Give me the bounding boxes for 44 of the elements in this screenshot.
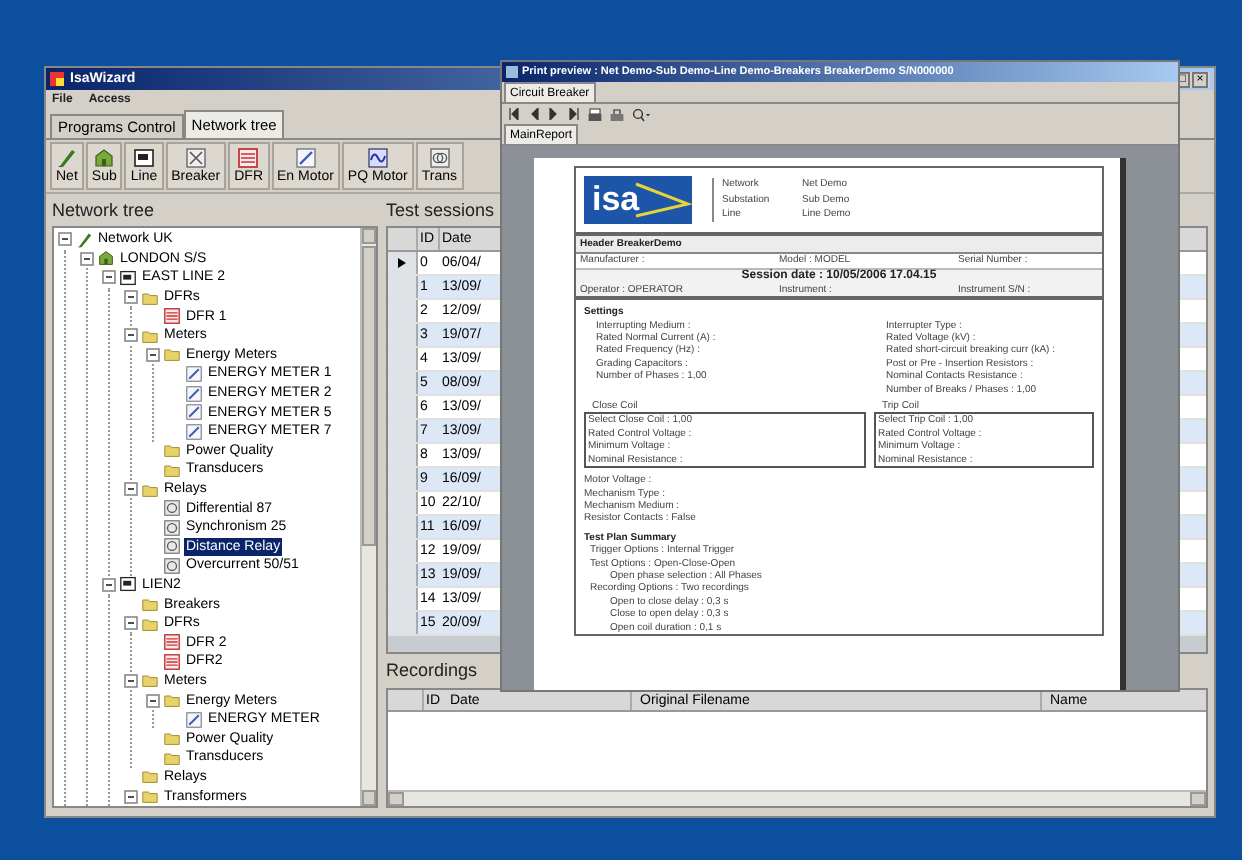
panel-title: Network tree — [52, 198, 155, 224]
previous-icon[interactable] — [508, 108, 520, 120]
meter-icon — [186, 711, 202, 728]
collapse-toggle[interactable] — [124, 482, 138, 497]
next-icon[interactable] — [548, 108, 560, 120]
meter-icon — [295, 147, 316, 167]
dfr-icon — [238, 147, 259, 167]
collapse-toggle[interactable] — [102, 270, 116, 285]
printer-icon[interactable] — [610, 107, 624, 121]
row-header[interactable] — [388, 252, 418, 274]
logo: isa — [584, 176, 692, 224]
panel-title: Recordings — [386, 658, 478, 684]
scrollbar[interactable] — [360, 228, 376, 806]
app-icon — [50, 72, 64, 86]
panel-title: Test sessions — [386, 198, 495, 224]
meter-icon — [367, 147, 388, 167]
collapse-toggle[interactable] — [102, 577, 116, 592]
previous-icon[interactable] — [528, 108, 540, 120]
collapse-toggle[interactable] — [124, 616, 138, 631]
collapse-toggle[interactable] — [124, 328, 138, 343]
collapse-toggle[interactable] — [124, 290, 138, 305]
breaker-icon — [185, 147, 206, 167]
folder-icon — [142, 289, 158, 306]
zoom-icon[interactable] — [632, 107, 650, 121]
current-row-icon — [398, 258, 406, 268]
dfr-icon — [164, 308, 180, 325]
transformer-icon — [429, 147, 450, 167]
collapse-toggle[interactable] — [124, 673, 138, 688]
collapse-toggle[interactable] — [146, 693, 160, 708]
collapse-toggle[interactable] — [80, 251, 94, 266]
substation-icon — [94, 147, 115, 167]
line-icon — [120, 269, 136, 286]
collapse-toggle[interactable] — [146, 347, 160, 362]
line-icon — [120, 576, 136, 593]
app-icon — [506, 66, 518, 78]
scrollbar[interactable] — [388, 790, 1206, 806]
meter-icon — [186, 365, 202, 382]
substation-icon — [98, 250, 114, 267]
collapse-toggle[interactable] — [124, 789, 138, 804]
pen-icon — [56, 147, 77, 167]
pen-icon — [76, 231, 92, 248]
next-icon[interactable] — [568, 108, 580, 120]
collapse-toggle[interactable] — [58, 232, 72, 247]
print-icon[interactable] — [588, 107, 602, 121]
